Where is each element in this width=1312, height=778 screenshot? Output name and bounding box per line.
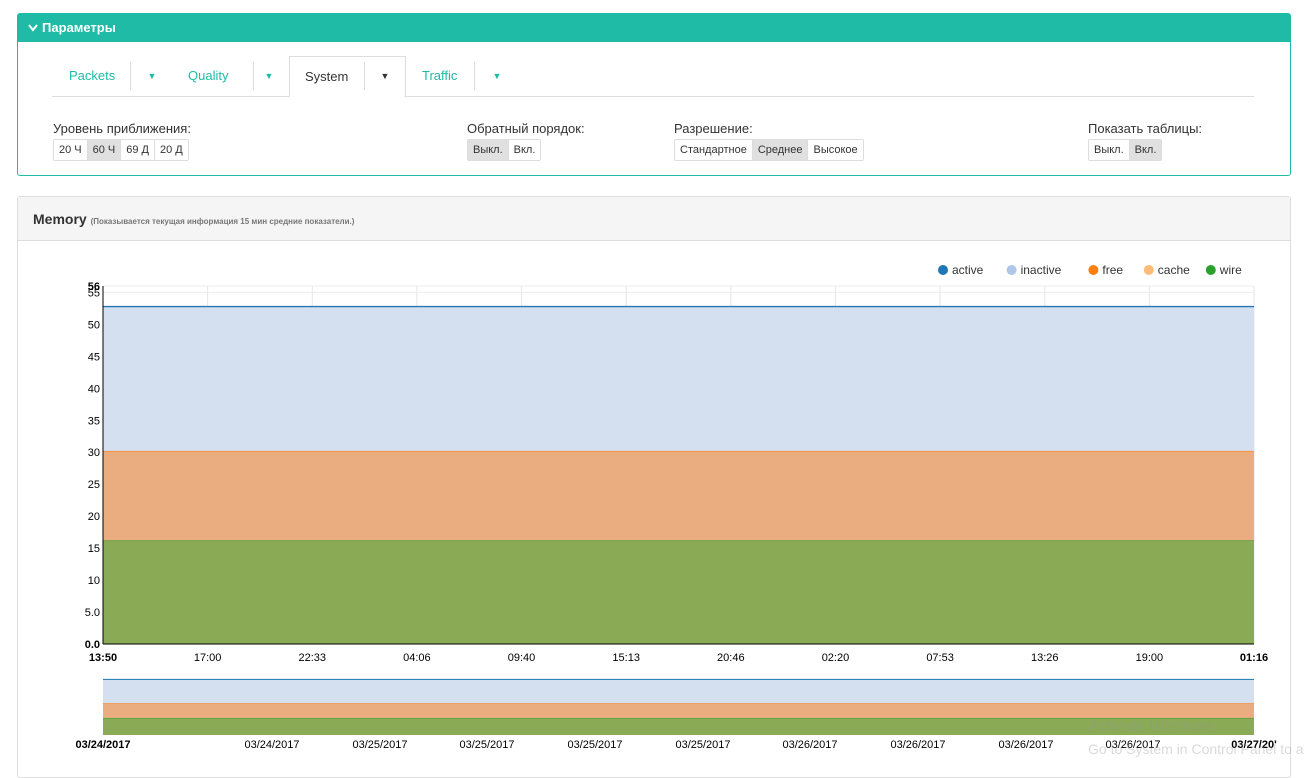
watermark-line2: Go to System in Control Panel to a	[1088, 741, 1304, 757]
y-tick-label: 0.0	[85, 639, 100, 651]
y-tick-label: 30	[88, 447, 100, 459]
x-tick-label: 09:40	[508, 652, 536, 664]
x-tick-label: 22:33	[299, 652, 327, 664]
y-tick-label: 40	[88, 383, 100, 395]
y-tick-label: 10	[88, 575, 100, 587]
x-tick-label: 20:46	[717, 652, 745, 664]
x-tick-label: 15:13	[612, 652, 640, 664]
x-tick-label: 19:00	[1136, 652, 1164, 664]
y-tick-label: 25	[88, 479, 100, 491]
y-tick-label: 50	[88, 319, 100, 331]
overview-x-tick-label: 03/26/2017	[890, 739, 945, 751]
overview-x-tick-label: 03/25/2017	[567, 739, 622, 751]
y-tick-label: 20	[88, 511, 100, 523]
x-tick-label: 02:20	[822, 652, 850, 664]
x-tick-label: 04:06	[403, 652, 431, 664]
overview-x-tick-label: 03/25/2017	[459, 739, 514, 751]
legend-dot-free	[1088, 265, 1098, 275]
area-wire	[103, 540, 1254, 644]
x-tick-label: 01:16	[1240, 652, 1268, 664]
x-tick-label: 13:26	[1031, 652, 1059, 664]
legend-dot-wire	[1206, 265, 1216, 275]
y-tick-label: 45	[88, 351, 100, 363]
overview-x-tick-label: 03/26/2017	[782, 739, 837, 751]
legend-label-inactive: inactive	[1021, 263, 1062, 277]
y-tick-label: 56	[88, 281, 100, 293]
legend-dot-active	[938, 265, 948, 275]
x-tick-label: 07:53	[926, 652, 954, 664]
legend-label-wire: wire	[1219, 263, 1242, 277]
legend-label-cache: cache	[1158, 263, 1190, 277]
x-tick-label: 13:50	[89, 652, 117, 664]
overview-x-tick-label: 03/24/2017	[75, 739, 130, 751]
overview-x-tick-label: 03/25/2017	[675, 739, 730, 751]
watermark-line1: Activate Windows	[1088, 718, 1214, 736]
overview-area-cache	[103, 703, 1254, 718]
y-tick-label: 35	[88, 415, 100, 427]
memory-chart[interactable]: 0.05.0101520253035404550555613:5017:0022…	[0, 0, 1312, 767]
overview-x-tick-label: 03/24/2017	[244, 739, 299, 751]
legend-label-free: free	[1102, 263, 1123, 277]
legend-label-active: active	[952, 263, 984, 277]
legend-dot-cache	[1144, 265, 1154, 275]
overview-area-wire	[103, 718, 1254, 735]
y-tick-label: 5.0	[85, 607, 100, 619]
y-tick-label: 15	[88, 543, 100, 555]
overview-area-inactive	[103, 679, 1254, 703]
overview-x-tick-label: 03/26/2017	[998, 739, 1053, 751]
area-inactive	[103, 307, 1254, 451]
overview-x-tick-label: 03/25/2017	[352, 739, 407, 751]
area-cache	[103, 451, 1254, 540]
legend-dot-inactive	[1007, 265, 1017, 275]
x-tick-label: 17:00	[194, 652, 222, 664]
